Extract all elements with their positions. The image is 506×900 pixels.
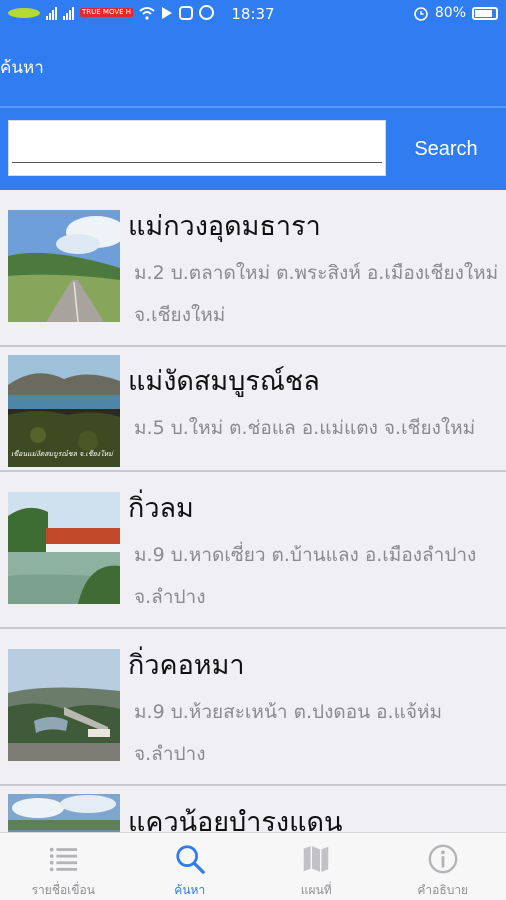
dam-name: กิ่วคอหมา xyxy=(128,650,245,681)
tab-label: รายชื่อเขื่อน xyxy=(31,883,95,897)
alarm-icon xyxy=(414,7,428,21)
dam-name: กิ่วลม xyxy=(128,493,194,524)
list-item[interactable]: กิ่วลม ม.9 บ.หาดเซี่ยว ต.บ้านแลง อ.เมือง… xyxy=(0,472,506,629)
list-item[interactable]: แม่กวงอุดมธารา ม.2 บ.ตลาดใหม่ ต.พระสิงห์… xyxy=(0,190,506,347)
tab-label: ค้นหา xyxy=(174,883,206,897)
tab-info[interactable]: คำอธิบาย xyxy=(380,833,506,900)
photo-caption: เขื่อนแม่งัดสมบูรณ์ชล จ.เชียงใหม่ xyxy=(11,450,113,458)
search-underline xyxy=(12,162,382,163)
tab-dam-list[interactable]: รายชื่อเขื่อน xyxy=(0,833,127,900)
tab-search[interactable]: ค้นหา xyxy=(127,833,254,900)
search-input[interactable] xyxy=(9,121,385,175)
list-item[interactable]: กิ่วคอหมา ม.9 บ.ห้วยสะเหน้า ต.ปงดอน อ.แจ… xyxy=(0,629,506,786)
list-item[interactable]: เขื่อนแม่งัดสมบูรณ์ชล จ.เชียงใหม่ แม่งัด… xyxy=(0,347,506,472)
battery-icon xyxy=(472,6,498,20)
dam-name: แควน้อยบำรุงแดน xyxy=(128,807,343,832)
dam-address: ม.9 บ.หาดเซี่ยว ต.บ้านแลง อ.เมืองลำปาง จ… xyxy=(134,544,477,608)
dam-address: ม.2 บ.ตลาดใหม่ ต.พระสิงห์ อ.เมืองเชียงให… xyxy=(134,262,499,326)
tab-label: แผนที่ xyxy=(300,883,332,897)
search-bar: Search xyxy=(0,106,506,190)
battery-percent: 80% xyxy=(434,5,466,21)
tab-map[interactable]: แผนที่ xyxy=(253,833,380,900)
search-icon xyxy=(176,845,205,874)
list-icon xyxy=(50,847,78,872)
page-title: ค้นหา xyxy=(0,58,44,78)
spillway-photo xyxy=(8,492,120,604)
road-hill-photo xyxy=(8,210,120,322)
status-bar: TRUE MOVE H 18:37 80% xyxy=(0,0,506,30)
dam-name: แม่กวงอุดมธารา xyxy=(128,211,321,242)
reservoir-mountain-photo: เขื่อนแม่งัดสมบูรณ์ชล จ.เชียงใหม่ xyxy=(8,355,120,467)
dam-list[interactable]: แม่กวงอุดมธารา ม.2 บ.ตลาดใหม่ ต.พระสิงห์… xyxy=(0,190,506,832)
dam-address: ม.5 บ.ใหม่ ต.ช่อแล อ.แม่แตง จ.เชียงใหม่ xyxy=(134,417,476,439)
tab-label: คำอธิบาย xyxy=(417,883,469,897)
tab-bar: รายชื่อเขื่อน ค้นหา แผนที่ คำอธิบาย xyxy=(0,832,506,900)
navigation-bar: ค้นหา xyxy=(0,30,506,106)
search-button[interactable]: Search xyxy=(386,108,506,190)
sky-lake-photo xyxy=(8,794,120,832)
list-item[interactable]: แควน้อยบำรุงแดน xyxy=(0,786,506,832)
info-icon xyxy=(428,844,458,874)
dam-valley-photo xyxy=(8,649,120,761)
status-right-icons: 80% xyxy=(413,5,498,21)
search-field[interactable] xyxy=(8,120,386,176)
map-icon xyxy=(304,845,329,873)
dam-name: แม่งัดสมบูรณ์ชล xyxy=(128,366,320,397)
dam-address: ม.9 บ.ห้วยสะเหน้า ต.ปงดอน อ.แจ้ห่ม จ.ลำป… xyxy=(134,701,443,765)
